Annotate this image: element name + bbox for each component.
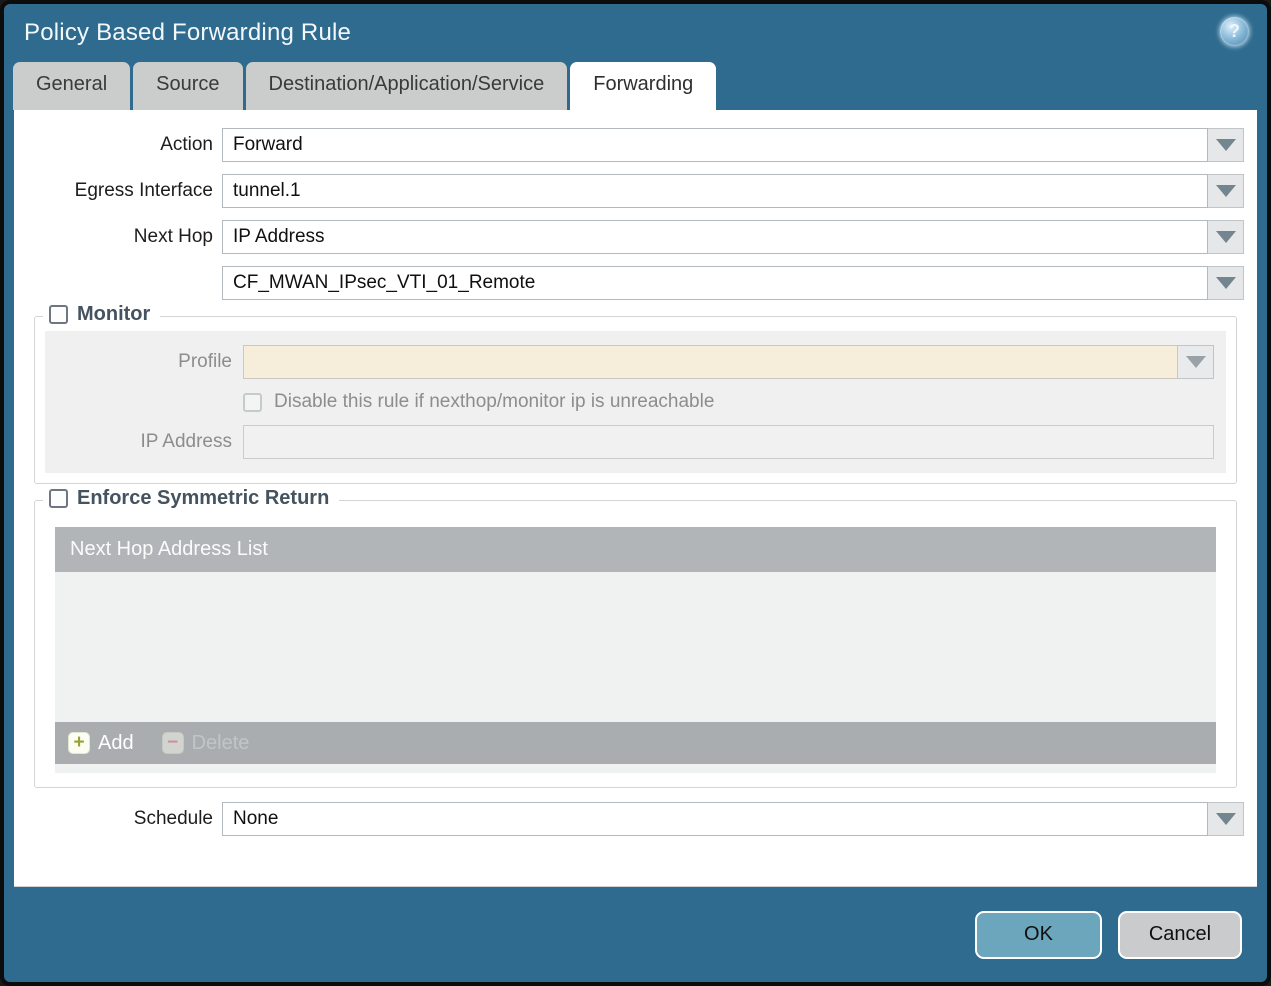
next-hop-address-row: CF_MWAN_IPsec_VTI_01_Remote	[14, 266, 1257, 300]
chevron-down-icon	[1215, 139, 1236, 151]
monitor-checkbox[interactable]	[49, 305, 68, 324]
monitor-fieldset: Monitor Profile Disable this rule if nex…	[34, 303, 1237, 484]
next-hop-address-dropdown-button[interactable]	[1208, 266, 1244, 300]
monitor-ip-address-label: IP Address	[140, 431, 232, 452]
schedule-dropdown-button[interactable]	[1208, 802, 1244, 836]
next-hop-address-list-body[interactable]	[55, 572, 1216, 722]
tab-destination-application-service[interactable]: Destination/Application/Service	[245, 62, 568, 110]
egress-interface-dropdown-button[interactable]	[1208, 174, 1244, 208]
dialog-titlebar: Policy Based Forwarding Rule ?	[4, 4, 1267, 62]
next-hop-type-dropdown-button[interactable]	[1208, 220, 1244, 254]
add-button-label: Add	[98, 731, 134, 754]
next-hop-address-input[interactable]: CF_MWAN_IPsec_VTI_01_Remote	[222, 266, 1208, 300]
next-hop-address-list-toolbar: + Add − Delete	[55, 722, 1216, 764]
tab-forwarding[interactable]: Forwarding	[570, 62, 717, 110]
minus-icon: −	[161, 732, 184, 754]
schedule-row: Schedule None	[14, 802, 1257, 836]
action-input[interactable]: Forward	[222, 128, 1208, 162]
profile-label: Profile	[178, 351, 232, 372]
schedule-input[interactable]: None	[222, 802, 1208, 836]
enforce-symmetric-return-fieldset: Enforce Symmetric Return Next Hop Addres…	[34, 487, 1237, 788]
delete-button-label: Delete	[191, 731, 250, 754]
dialog-title: Policy Based Forwarding Rule	[24, 19, 352, 46]
chevron-down-icon	[1215, 231, 1236, 243]
dialog-footer: OK Cancel	[4, 887, 1267, 982]
profile-dropdown-button	[1178, 345, 1214, 379]
monitor-ip-address-row: IP Address	[45, 425, 1226, 459]
monitor-legend: Monitor	[43, 303, 161, 326]
monitor-ip-address-input	[243, 425, 1214, 459]
action-label: Action	[160, 134, 213, 155]
plus-icon: +	[68, 732, 90, 754]
next-hop-address-list-table: Next Hop Address List + Add − Delete	[55, 527, 1216, 773]
schedule-label: Schedule	[133, 808, 213, 829]
profile-input	[243, 345, 1178, 379]
ok-button[interactable]: OK	[975, 910, 1102, 959]
table-bottom-strip	[55, 764, 1216, 773]
monitor-legend-label: Monitor	[77, 303, 151, 325]
delete-button: − Delete	[161, 731, 250, 755]
chevron-down-icon	[1215, 277, 1236, 289]
cancel-button[interactable]: Cancel	[1118, 910, 1242, 959]
enforce-symmetric-return-checkbox[interactable]	[49, 489, 68, 508]
disable-rule-label: Disable this rule if nexthop/monitor ip …	[274, 391, 715, 412]
profile-row: Profile	[45, 345, 1226, 379]
egress-interface-row: Egress Interface tunnel.1	[14, 174, 1257, 208]
disable-rule-row: Disable this rule if nexthop/monitor ip …	[243, 391, 1226, 413]
next-hop-type-input[interactable]: IP Address	[222, 220, 1208, 254]
enforce-symmetric-return-legend-label: Enforce Symmetric Return	[77, 487, 330, 509]
add-button[interactable]: + Add	[68, 732, 134, 755]
egress-interface-input[interactable]: tunnel.1	[222, 174, 1208, 208]
enforce-symmetric-return-legend: Enforce Symmetric Return	[43, 487, 340, 510]
chevron-down-icon	[1185, 356, 1206, 368]
policy-based-forwarding-rule-dialog: Policy Based Forwarding Rule ? General S…	[0, 0, 1271, 986]
next-hop-address-list-header: Next Hop Address List	[55, 527, 1216, 572]
help-icon[interactable]: ?	[1220, 17, 1249, 46]
disable-rule-checkbox	[243, 392, 262, 412]
action-row: Action Forward	[14, 128, 1257, 162]
next-hop-row: Next Hop IP Address	[14, 220, 1257, 254]
tab-content-forwarding: Action Forward Egress Interface tunnel.1…	[14, 110, 1257, 887]
chevron-down-icon	[1215, 185, 1236, 197]
tab-general[interactable]: General	[13, 62, 131, 110]
monitor-disabled-panel: Profile Disable this rule if nexthop/mon…	[45, 331, 1226, 473]
tab-source[interactable]: Source	[133, 62, 243, 110]
egress-interface-label: Egress Interface	[74, 180, 213, 201]
chevron-down-icon	[1215, 813, 1236, 825]
next-hop-label: Next Hop	[133, 226, 213, 247]
tab-bar: General Source Destination/Application/S…	[4, 62, 1267, 110]
action-dropdown-button[interactable]	[1208, 128, 1244, 162]
